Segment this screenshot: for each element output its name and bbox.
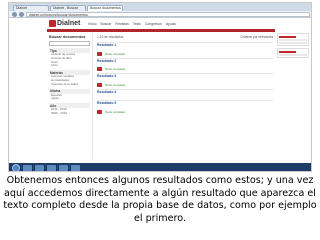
result-meta-line [97,48,273,51]
result-meta-line [97,79,273,82]
top-nav: Inicio Buscar Revistas Tesis Congresos A… [88,22,175,26]
slide-caption: Obtenemos entonces algunos resultados co… [3,175,317,224]
result-item: Resultado 1 Texto completo [97,42,273,56]
nav-item[interactable]: Ayuda [166,22,176,26]
back-icon[interactable] [12,11,17,17]
taskbar-app-icon[interactable] [23,164,32,171]
nav-item[interactable]: Tesis [133,22,141,26]
result-meta-line [97,64,273,67]
facet-group: Materias Ciencias sociales Humanidades C… [49,70,90,86]
nav-item[interactable]: Inicio [88,22,96,26]
nav-item[interactable]: Buscar [101,22,112,26]
result-links: Texto completo [97,110,273,115]
logo-mark-icon [49,20,56,27]
facet-item[interactable]: Libro [49,64,90,68]
sort-select[interactable]: Ordenar por relevancia [240,35,273,39]
nav-item[interactable]: Congresos [145,22,162,26]
pdf-icon[interactable] [97,51,102,56]
logo-text: Dialnet [57,20,81,27]
start-button-icon[interactable] [12,164,20,171]
screenshot: Dialnet Dialnet - Buscar Buscar document… [8,2,312,172]
fulltext-link[interactable]: Texto completo [105,83,125,87]
dialnet-logo[interactable]: Dialnet [49,20,80,27]
result-item: Resultado 4 [97,89,273,98]
facet-group: Año 2011 - 2015 2006 - 2010 [49,103,90,116]
fulltext-link[interactable]: Texto completo [105,67,125,71]
fulltext-link[interactable]: Texto completo [105,110,125,114]
sidebar-title: Buscar documentos [49,35,86,39]
pdf-icon[interactable] [97,83,102,88]
facet-item[interactable]: Ciencias de la salud [49,82,90,87]
facet-group: Tipo Artículo de revista Artículo de lib… [49,48,90,68]
url-field[interactable]: dialnet.unirioja.es/buscar/documentos [26,11,310,17]
right-line [279,36,296,38]
pdf-icon[interactable] [97,110,102,115]
site-accent-bar [47,29,275,32]
forward-icon[interactable] [19,11,24,17]
taskbar-app-icon[interactable] [71,164,80,171]
filter-sidebar: Buscar documentos Tipo Artículo de revis… [47,33,93,159]
result-links: Texto completo [97,83,273,88]
right-box [277,48,309,58]
result-meta-line [97,106,273,109]
taskbar-app-icon[interactable] [35,164,44,171]
right-line [279,42,307,44]
search-input[interactable] [49,41,90,46]
nav-item[interactable]: Revistas [115,22,128,26]
facet-group: Idioma Español Inglés [49,88,90,102]
result-links: Texto completo [97,51,273,56]
result-item: Resultado 3 Texto completo [97,73,273,88]
results-count: 1-10 de resultados [97,35,124,39]
facet-item[interactable]: Inglés [49,97,90,101]
site-header: Dialnet Inicio Buscar Revistas Tesis Con… [9,18,311,29]
results-list: 1-10 de resultados Ordenar por relevanci… [95,33,275,159]
result-meta-line [97,95,273,98]
page-content: Buscar documentos Tipo Artículo de revis… [47,33,275,159]
results-header: 1-10 de resultados Ordenar por relevanci… [95,33,275,40]
right-box [277,33,309,46]
right-line [279,54,307,56]
result-links: Texto completo [97,67,273,72]
right-line [279,39,307,41]
result-item: Resultado 2 Texto completo [97,57,273,72]
windows-taskbar [9,163,311,171]
pdf-icon[interactable] [97,67,102,72]
right-line [279,51,296,53]
result-item: Resultado 5 Texto completo [97,100,273,115]
browser-tab-bar: Dialnet Dialnet - Buscar Buscar document… [9,3,311,11]
facet-item[interactable]: 2006 - 2010 [49,111,90,116]
address-bar: dialnet.unirioja.es/buscar/documentos [9,11,311,18]
taskbar-app-icon[interactable] [47,164,56,171]
fulltext-link[interactable]: Texto completo [105,52,125,56]
taskbar-app-icon[interactable] [59,164,68,171]
right-panel [277,33,309,93]
